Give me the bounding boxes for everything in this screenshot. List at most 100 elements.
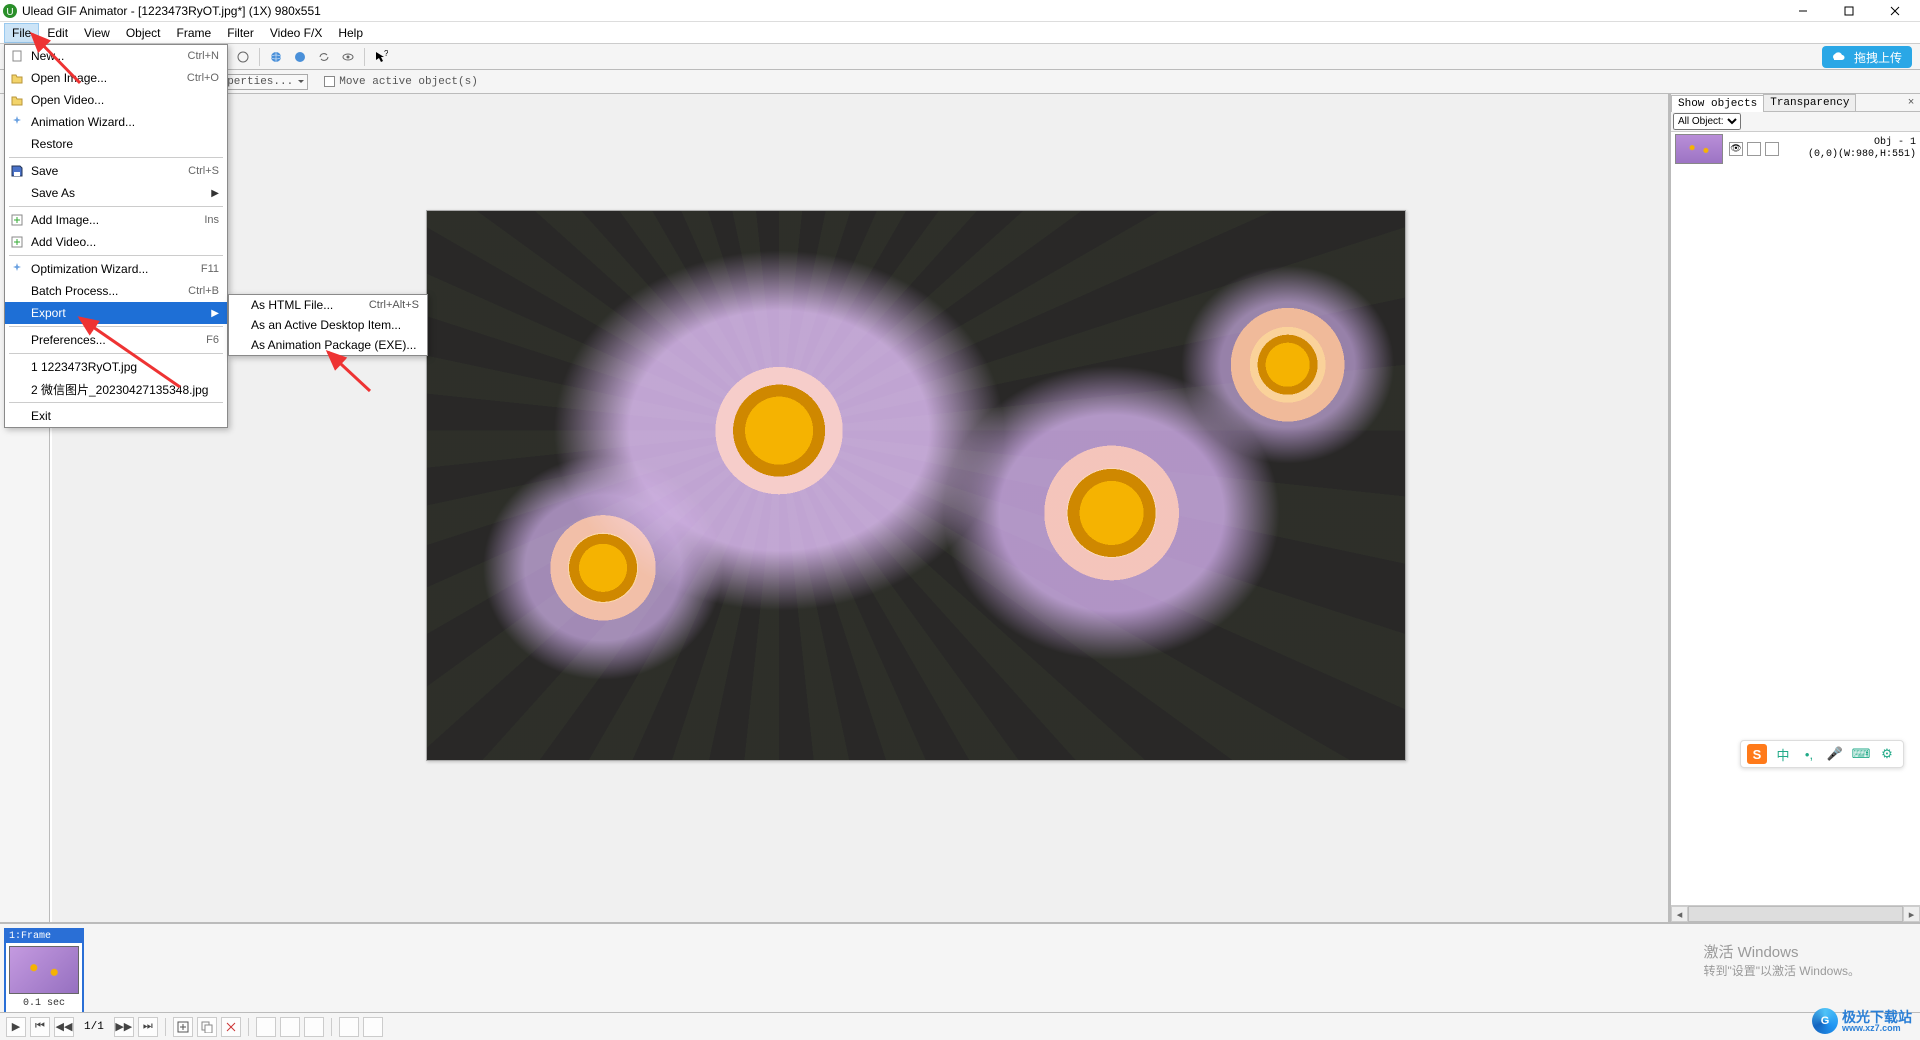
menu-item-label: Add Image... <box>31 213 198 227</box>
image-canvas[interactable] <box>426 210 1406 761</box>
link-icon[interactable] <box>1765 142 1779 156</box>
menu-file[interactable]: File <box>4 23 39 43</box>
help-pointer-icon[interactable]: ? <box>370 46 392 68</box>
file-menu-item[interactable]: Animation Wizard... <box>5 111 227 133</box>
file-menu-item[interactable]: Open Video... <box>5 89 227 111</box>
ime-voice-icon[interactable]: 🎤 <box>1825 744 1845 764</box>
title-bar: U Ulead GIF Animator - [1223473RyOT.jpg*… <box>0 0 1920 22</box>
menu-object[interactable]: Object <box>118 23 169 43</box>
file-menu-item[interactable]: Save As▶ <box>5 182 227 204</box>
lock-icon[interactable] <box>1747 142 1761 156</box>
tab-transparency[interactable]: Transparency <box>1763 94 1856 111</box>
frame-image <box>9 946 79 994</box>
submenu-item-label: As HTML File... <box>251 298 369 312</box>
frame-thumbnail[interactable]: 1:Frame 0.1 sec <box>4 928 84 1014</box>
ime-floating-bar[interactable]: S 中 •, 🎤 ⌨ ⚙ <box>1740 740 1904 768</box>
watermark-line1: 激活 Windows <box>1703 942 1860 963</box>
frame-opt3-button[interactable] <box>304 1017 324 1037</box>
object-row[interactable]: 👁 Obj - 1 (0,0)(W:980,H:551) <box>1671 132 1920 166</box>
ime-punct-icon[interactable]: •, <box>1799 744 1819 764</box>
file-menu-item[interactable]: Add Video... <box>5 231 227 253</box>
file-menu-item[interactable]: Open Image...Ctrl+O <box>5 67 227 89</box>
export-submenu-item[interactable]: As an Active Desktop Item... <box>229 315 427 335</box>
file-menu-item[interactable]: Export▶ <box>5 302 227 324</box>
submenu-item-accel: Ctrl+Alt+S <box>369 299 419 311</box>
frame-opt4-button[interactable] <box>339 1017 359 1037</box>
optimize-icon <box>9 261 25 277</box>
eye-icon[interactable] <box>337 46 359 68</box>
add-frame-button[interactable] <box>173 1017 193 1037</box>
tab-show-objects[interactable]: Show objects <box>1671 95 1764 112</box>
visibility-icon[interactable]: 👁 <box>1729 142 1743 156</box>
maximize-button[interactable] <box>1826 0 1872 22</box>
sync-icon[interactable] <box>313 46 335 68</box>
close-button[interactable] <box>1872 0 1918 22</box>
scroll-left-icon[interactable]: ◂ <box>1671 906 1688 922</box>
frame-opt5-button[interactable] <box>363 1017 383 1037</box>
del-frame-button[interactable] <box>221 1017 241 1037</box>
file-menu-item[interactable]: 2 微信图片_20230427135348.jpg <box>5 378 227 400</box>
file-menu-item[interactable]: New...Ctrl+N <box>5 45 227 67</box>
first-frame-button[interactable]: ⏮ <box>30 1017 50 1037</box>
canvas-background[interactable] <box>52 94 1668 922</box>
frame-opt1-button[interactable] <box>256 1017 276 1037</box>
menu-videofx[interactable]: Video F/X <box>262 23 330 43</box>
main-toolbar: ? 拖拽上传 <box>0 44 1920 70</box>
menu-help[interactable]: Help <box>330 23 371 43</box>
file-menu-item[interactable]: SaveCtrl+S <box>5 160 227 182</box>
menu-bar: File Edit View Object Frame Filter Video… <box>0 22 1920 44</box>
menu-view[interactable]: View <box>76 23 118 43</box>
ime-lang-icon[interactable]: 中 <box>1773 744 1793 764</box>
cloud-upload-label: 拖拽上传 <box>1854 49 1902 66</box>
file-menu-item[interactable]: Exit <box>5 405 227 427</box>
canvas-area <box>0 94 1670 922</box>
panel-close-icon[interactable]: × <box>1902 94 1920 111</box>
prev-frame-button[interactable]: ◀◀ <box>54 1017 74 1037</box>
filter-btn-6[interactable] <box>1902 114 1918 130</box>
object-thumbnail <box>1675 134 1723 164</box>
next-frame-button[interactable]: ▶▶ <box>114 1017 134 1037</box>
object-filter-select[interactable]: All Object: <box>1673 113 1741 130</box>
object-coords: (0,0)(W:980,H:551) <box>1808 149 1916 161</box>
filter-btn-3[interactable] <box>1848 114 1864 130</box>
filter-btn-2[interactable] <box>1761 114 1777 130</box>
file-menu-item[interactable]: Preferences...F6 <box>5 329 227 351</box>
file-menu-item[interactable]: Restore <box>5 133 227 155</box>
menu-edit[interactable]: Edit <box>39 23 76 43</box>
filter-btn-4[interactable] <box>1866 114 1882 130</box>
cloud-upload-button[interactable]: 拖拽上传 <box>1822 46 1912 68</box>
object-panel: Show objects Transparency × All Object: … <box>1670 94 1920 922</box>
tool-4-icon[interactable] <box>232 46 254 68</box>
export-submenu-item[interactable]: As Animation Package (EXE)... <box>229 335 427 355</box>
export-submenu-item[interactable]: As HTML File...Ctrl+Alt+S <box>229 295 427 315</box>
filter-btn-1[interactable] <box>1743 114 1759 130</box>
globe2-icon[interactable] <box>289 46 311 68</box>
option-bar: roperties... Move active object(s) <box>0 70 1920 94</box>
minimize-button[interactable] <box>1780 0 1826 22</box>
panel-hscroll[interactable]: ◂ ▸ <box>1671 905 1920 922</box>
file-menu-item[interactable]: Optimization Wizard...F11 <box>5 258 227 280</box>
file-menu-item[interactable]: 1 1223473RyOT.jpg <box>5 356 227 378</box>
menu-item-label: Animation Wizard... <box>31 115 219 129</box>
blank-icon <box>9 359 25 375</box>
menu-filter[interactable]: Filter <box>219 23 262 43</box>
blank-icon <box>9 185 25 201</box>
dup-frame-button[interactable] <box>197 1017 217 1037</box>
file-menu-item[interactable]: Add Image...Ins <box>5 209 227 231</box>
menu-frame[interactable]: Frame <box>169 23 220 43</box>
frame-opt2-button[interactable] <box>280 1017 300 1037</box>
menu-item-label: Exit <box>31 409 219 423</box>
ime-settings-icon[interactable]: ⚙ <box>1877 744 1897 764</box>
file-menu-item[interactable]: Batch Process...Ctrl+B <box>5 280 227 302</box>
menu-item-label: Batch Process... <box>31 284 182 298</box>
move-active-checkbox[interactable] <box>324 76 335 87</box>
ime-sogou-icon[interactable]: S <box>1747 744 1767 764</box>
open-video-icon <box>9 92 25 108</box>
last-frame-button[interactable]: ⏭ <box>138 1017 158 1037</box>
scroll-right-icon[interactable]: ▸ <box>1903 906 1920 922</box>
play-button[interactable]: ▶ <box>6 1017 26 1037</box>
filter-btn-5[interactable] <box>1884 114 1900 130</box>
globe-icon[interactable] <box>265 46 287 68</box>
add-video-icon <box>9 234 25 250</box>
ime-keyboard-icon[interactable]: ⌨ <box>1851 744 1871 764</box>
